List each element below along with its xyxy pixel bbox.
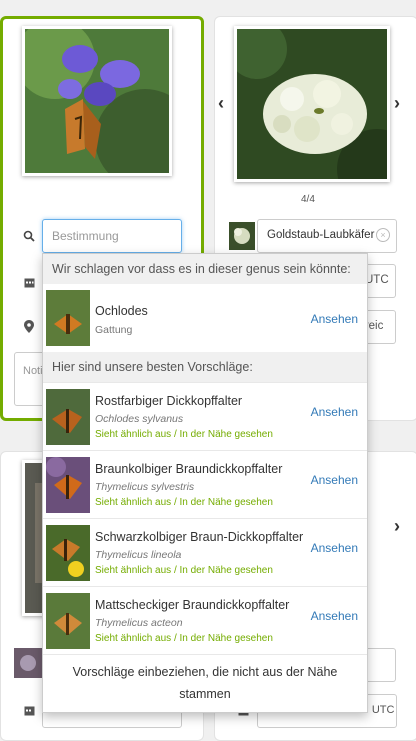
suggestion-thumbnail (46, 389, 90, 445)
suggestion-view-link[interactable]: Ansehen (311, 405, 358, 419)
chevron-right-icon[interactable]: › (394, 93, 400, 114)
calendar-icon (18, 268, 40, 296)
suggestion-hint: Sieht ähnlich aus / In der Nähe gesehen (95, 633, 273, 644)
suggestion-scientific-name: Thymelicus acteon (95, 617, 183, 629)
suggestion-view-link[interactable]: Ansehen (311, 541, 358, 555)
map-marker-icon (18, 312, 40, 340)
observation-photo-butterfly[interactable] (22, 26, 172, 176)
footer-line-1: Vorschläge einbeziehen, die nicht aus de… (72, 665, 338, 679)
genus-thumbnail (46, 290, 90, 346)
suggestion-hint: Sieht ähnlich aus / In der Nähe gesehen (95, 565, 273, 576)
include-non-nearby-link[interactable]: Vorschläge einbeziehen, die nicht aus de… (43, 654, 367, 705)
taxon-thumbnail-3 (14, 648, 42, 678)
suggestion-row[interactable]: Rostfarbiger Dickkopffalter Ochlodes syl… (43, 382, 367, 450)
taxon-search-placeholder: Bestimmung (52, 229, 119, 243)
taxon-search-input[interactable]: Bestimmung (42, 219, 182, 253)
taxon-suggestions-dropdown: Wir schlagen vor dass es in dieser genus… (42, 253, 368, 713)
taxon-selected-field[interactable]: Goldstaub-Laubkäfer × (257, 219, 397, 253)
suggestion-row[interactable]: Schwarzkolbiger Braun-Dickkopffalter Thy… (43, 518, 367, 586)
observation-photo-flower[interactable] (234, 26, 390, 182)
suggestion-thumbnail (46, 457, 90, 513)
suggestion-scientific-name: Thymelicus sylvestris (95, 481, 195, 493)
notes-placeholder: Noti (23, 365, 43, 377)
suggestion-thumbnail (46, 593, 90, 649)
clear-icon[interactable]: × (376, 228, 390, 242)
genus-suggestion-header: Wir schlagen vor dass es in dieser genus… (43, 254, 367, 284)
suggestion-scientific-name: Ochlodes sylvanus (95, 413, 184, 425)
date-value-2: UTC (365, 274, 389, 286)
calendar-icon-3 (18, 697, 40, 723)
footer-line-2: stammen (179, 687, 231, 701)
taxon-name: Goldstaub-Laubkäfer (267, 229, 375, 241)
suggestion-row[interactable]: Braunkolbiger Braundickkopffalter Thymel… (43, 450, 367, 518)
suggestion-scientific-name: Thymelicus lineola (95, 549, 182, 561)
search-icon (18, 222, 40, 250)
suggestion-hint: Sieht ähnlich aus / In der Nähe gesehen (95, 497, 273, 508)
suggestion-row[interactable]: Mattscheckiger Braundickkopffalter Thyme… (43, 586, 367, 654)
suggestion-name: Mattscheckiger Braundickkopffalter (95, 598, 290, 612)
photo-counter: 4/4 (301, 194, 315, 205)
taxon-thumbnail (229, 222, 255, 250)
suggestion-hint: Sieht ähnlich aus / In der Nähe gesehen (95, 429, 273, 440)
genus-suggestion-row[interactable]: Ochlodes Gattung Ansehen (43, 284, 367, 352)
genus-view-link[interactable]: Ansehen (311, 312, 358, 326)
suggestion-view-link[interactable]: Ansehen (311, 609, 358, 623)
genus-name: Ochlodes (95, 304, 148, 318)
chevron-left-icon[interactable]: ‹ (218, 93, 224, 114)
chevron-right-icon-4[interactable]: › (394, 516, 400, 537)
suggestion-view-link[interactable]: Ansehen (311, 473, 358, 487)
suggestion-name: Schwarzkolbiger Braun-Dickkopffalter (95, 530, 304, 544)
suggestion-thumbnail (46, 525, 90, 581)
suggestion-name: Braunkolbiger Braundickkopffalter (95, 462, 283, 476)
suggestion-name: Rostfarbiger Dickkopffalter (95, 394, 243, 408)
best-suggestions-header: Hier sind unsere besten Vorschläge: (43, 352, 367, 382)
genus-rank: Gattung (95, 324, 133, 336)
